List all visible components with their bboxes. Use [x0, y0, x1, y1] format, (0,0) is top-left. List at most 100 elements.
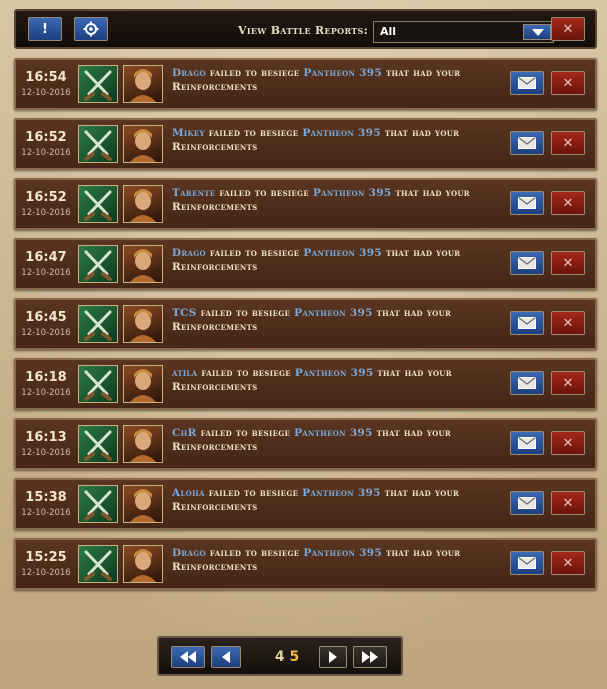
attacker-link[interactable]: Drago [172, 67, 206, 79]
delete-report-button[interactable]: ✕ [551, 251, 585, 275]
target-link[interactable]: Pantheon 395 [302, 487, 381, 499]
report-date: 12-10-2016 [21, 508, 71, 518]
battle-report-row[interactable]: 16:18 12-10-2016 atila failed to besiege [14, 358, 597, 410]
view-report-button[interactable] [510, 491, 544, 515]
report-date: 12-10-2016 [21, 388, 71, 398]
view-report-button[interactable] [510, 191, 544, 215]
envelope-icon [518, 77, 536, 89]
battle-report-row[interactable]: 16:52 12-10-2016 Mikey failed to besiege [14, 118, 597, 170]
chevron-down-icon[interactable] [523, 24, 551, 40]
target-link[interactable]: Pantheon 395 [303, 67, 382, 79]
attacker-link[interactable]: atila [172, 367, 197, 379]
filter-value: All [380, 25, 397, 38]
report-message: Mikey failed to besiege Pantheon 395 tha… [172, 126, 502, 154]
attacker-link[interactable]: Tarente [172, 187, 215, 199]
report-date: 12-10-2016 [21, 568, 71, 578]
attacker-link[interactable]: Mikey [172, 127, 205, 139]
view-report-button[interactable] [510, 131, 544, 155]
view-report-button[interactable] [510, 371, 544, 395]
filter-label: View Battle Reports: [238, 24, 368, 37]
envelope-icon [518, 317, 536, 329]
crossed-swords-icon [78, 425, 118, 463]
crossed-swords-icon [78, 365, 118, 403]
queen-avatar-icon [123, 485, 163, 523]
delete-report-button[interactable]: ✕ [551, 551, 585, 575]
attacker-link[interactable]: Drago [172, 247, 206, 259]
crossed-swords-icon [78, 245, 118, 283]
envelope-icon [518, 137, 536, 149]
crossed-swords-icon [78, 65, 118, 103]
target-link[interactable]: Pantheon 395 [302, 127, 381, 139]
delete-report-button[interactable]: ✕ [551, 71, 585, 95]
gear-icon [83, 21, 99, 37]
first-page-button[interactable] [171, 646, 205, 668]
view-report-button[interactable] [510, 251, 544, 275]
report-time: 16:13 [25, 430, 67, 445]
close-icon: ✕ [562, 135, 574, 151]
report-action: failed to besiege [219, 187, 309, 199]
warrior-avatar-icon [123, 125, 163, 163]
crossed-swords-icon [78, 545, 118, 583]
target-link[interactable]: Pantheon 395 [303, 547, 382, 559]
battle-report-row[interactable]: 16:13 12-10-2016 ChR failed to besiege P [14, 418, 597, 470]
report-message: TCS failed to besiege Pantheon 395 that … [172, 306, 502, 334]
view-report-button[interactable] [510, 551, 544, 575]
target-link[interactable]: Pantheon 395 [303, 247, 382, 259]
close-icon: ✕ [562, 21, 574, 37]
target-link[interactable]: Pantheon 395 [295, 367, 374, 379]
target-link[interactable]: Pantheon 395 [313, 187, 392, 199]
mage-avatar-icon [123, 425, 163, 463]
report-message: atila failed to besiege Pantheon 395 tha… [172, 366, 502, 394]
battle-report-row[interactable]: 16:47 12-10-2016 Drago failed to besiege [14, 238, 597, 290]
close-button[interactable]: ✕ [551, 17, 585, 41]
sorceress-avatar-icon [123, 305, 163, 343]
delete-report-button[interactable]: ✕ [551, 371, 585, 395]
target-link[interactable]: Pantheon 395 [294, 427, 373, 439]
report-filter-select[interactable]: All [373, 21, 554, 43]
envelope-icon [518, 437, 536, 449]
next-page-button[interactable] [319, 646, 347, 668]
delete-report-button[interactable]: ✕ [551, 131, 585, 155]
battle-report-row[interactable]: 16:54 12-10-2016 Drago failed to besiege [14, 58, 597, 110]
settings-button[interactable] [74, 17, 108, 41]
report-time: 15:25 [25, 550, 67, 565]
warrior-avatar-icon [123, 545, 163, 583]
report-date: 12-10-2016 [21, 448, 71, 458]
battle-report-row[interactable]: 16:52 12-10-2016 Tarente failed to besie… [14, 178, 597, 230]
battle-report-row[interactable]: 15:38 12-10-2016 Aloha failed to besiege [14, 478, 597, 530]
report-message: Drago failed to besiege Pantheon 395 tha… [172, 546, 502, 574]
info-button[interactable]: ! [28, 17, 62, 41]
delete-report-button[interactable]: ✕ [551, 431, 585, 455]
attacker-link[interactable]: Aloha [172, 487, 205, 499]
report-message: Tarente failed to besiege Pantheon 395 t… [172, 186, 502, 214]
arrow-right-icon [329, 651, 337, 663]
info-label: ! [42, 21, 48, 37]
close-icon: ✕ [562, 75, 574, 91]
delete-report-button[interactable]: ✕ [551, 311, 585, 335]
attacker-link[interactable]: ChR [172, 427, 197, 439]
attacker-link[interactable]: TCS [172, 307, 197, 319]
attacker-link[interactable]: Drago [172, 547, 206, 559]
view-report-button[interactable] [510, 71, 544, 95]
view-report-button[interactable] [510, 311, 544, 335]
pagination: 4 5 [157, 636, 403, 676]
delete-report-button[interactable]: ✕ [551, 191, 585, 215]
report-time: 15:38 [25, 490, 67, 505]
envelope-icon [518, 257, 536, 269]
battle-report-row[interactable]: 16:45 12-10-2016 TCS failed to besiege P [14, 298, 597, 350]
report-message: Aloha failed to besiege Pantheon 395 tha… [172, 486, 502, 514]
delete-report-button[interactable]: ✕ [551, 491, 585, 515]
battle-report-row[interactable]: 15:25 12-10-2016 Drago failed to besiege [14, 538, 597, 590]
previous-page-button[interactable] [211, 646, 241, 668]
double-arrow-right-icon [362, 651, 378, 663]
target-link[interactable]: Pantheon 395 [294, 307, 373, 319]
view-report-button[interactable] [510, 431, 544, 455]
close-icon: ✕ [562, 195, 574, 211]
battle-report-list: 16:54 12-10-2016 Drago failed to besiege [14, 58, 597, 598]
last-page-button[interactable] [353, 646, 387, 668]
envelope-icon [518, 377, 536, 389]
envelope-icon [518, 497, 536, 509]
report-action: failed to besiege [208, 127, 299, 139]
huntress-avatar-icon [123, 185, 163, 223]
report-time: 16:52 [25, 190, 67, 205]
